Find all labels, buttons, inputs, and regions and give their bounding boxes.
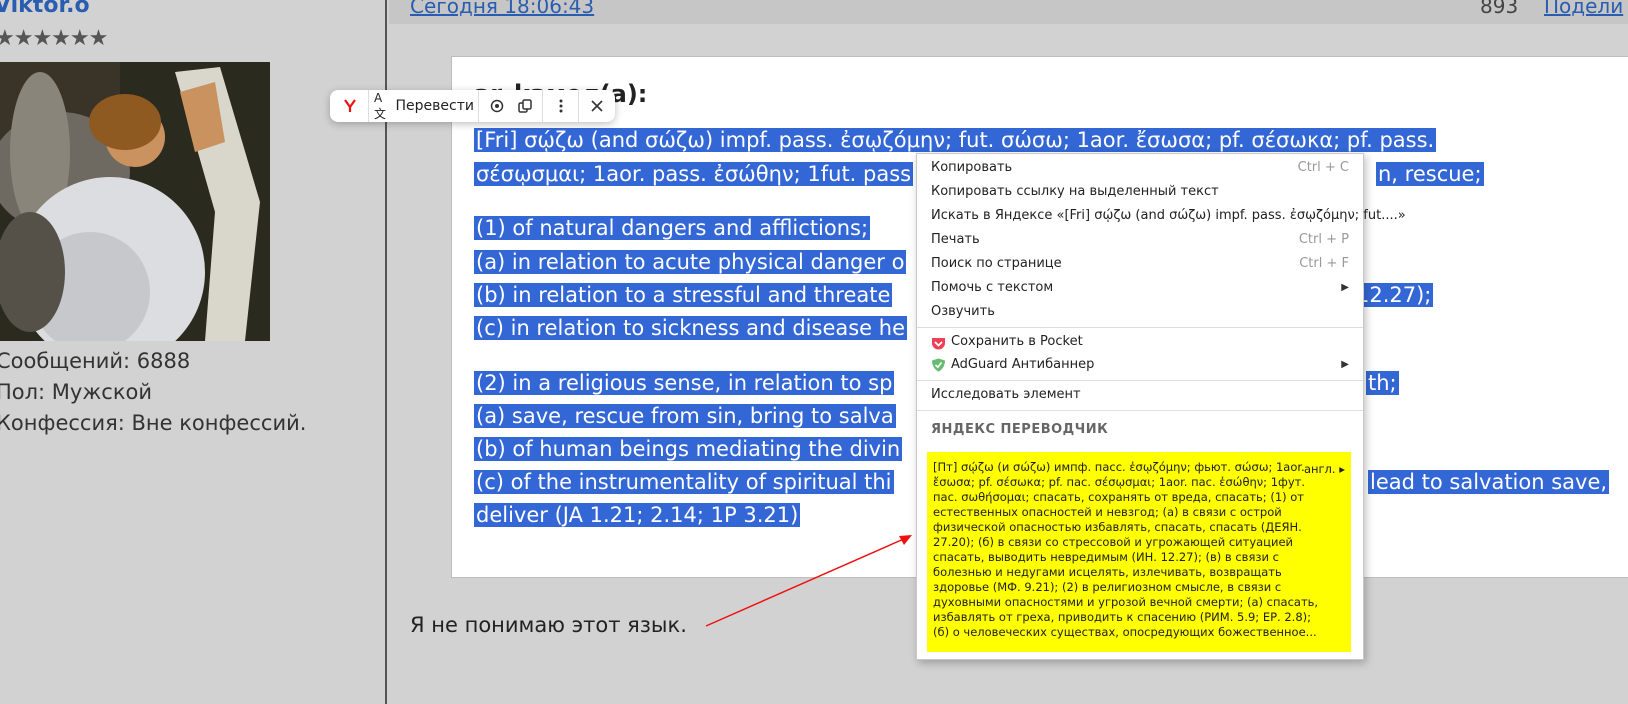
quote-line: (c) in relation to sickness and disease … (474, 316, 907, 340)
avatar[interactable] (0, 62, 270, 341)
alice-icon[interactable] (484, 90, 510, 122)
user-messages: Сообщений: 6888 (0, 349, 191, 373)
post-header: Сегодня 18:06:43 893 Подели (389, 0, 1628, 24)
quote-line: (c) of the instrumentality of spiritual … (474, 470, 894, 494)
menu-item-find[interactable]: Поиск по странице Ctrl + F (931, 253, 1349, 275)
menu-item-adguard[interactable]: AdGuard Антибаннер ▶ (931, 354, 1349, 376)
menu-item-text-help[interactable]: Помочь с текстом ▶ (931, 277, 1349, 299)
menu-item-copy-link[interactable]: Копировать ссылку на выделенный текст (931, 181, 1349, 203)
adguard-icon (931, 358, 946, 380)
menu-item-print[interactable]: Печать Ctrl + P (931, 229, 1349, 251)
quote-fragment: 12.27); (1354, 283, 1434, 307)
copy-icon[interactable] (512, 90, 538, 122)
language-select[interactable]: англ. ▸ (1304, 462, 1345, 476)
user-gender: Пол: Мужской (0, 380, 153, 404)
translate-bubble: A文 Перевести (330, 90, 615, 122)
quote-line: (b) in relation to a stressful and threa… (474, 283, 893, 307)
user-confession: Конфессия: Вне конфессий. (0, 411, 307, 435)
translation-text: [Пт] σῴζω (и σώζω) импф. пасс. ἐσῳζόμην;… (933, 460, 1319, 639)
post-date-link[interactable]: Сегодня 18:06:43 (410, 0, 594, 18)
menu-item-search-yandex[interactable]: Искать в Яндексе «[Fri] σῴζω (and σώζω) … (931, 205, 1406, 227)
rating-stars: ★★★★★★ (0, 26, 108, 51)
translate-label: Перевести (395, 98, 474, 114)
yandex-logo-icon[interactable] (336, 90, 364, 122)
share-link[interactable]: Подели (1544, 0, 1623, 18)
context-menu: Копировать Ctrl + C Копировать ссылку на … (916, 153, 1406, 660)
quote-line: (1) of natural dangers and afflictions; (474, 216, 871, 240)
quote-line: deliver (JA 1.21; 2.14; 1P 3.21) (474, 503, 801, 527)
menu-item-copy[interactable]: Копировать Ctrl + C (931, 157, 1349, 179)
quote-fragment: n, rescue; (1376, 162, 1484, 186)
translate-button[interactable]: A文 Перевести (374, 90, 474, 122)
menu-item-speak[interactable]: Озвучить (931, 301, 1349, 323)
menu-item-inspect[interactable]: Исследовать элемент (931, 384, 1349, 406)
reply-text: Я не понимаю этот язык. (410, 613, 687, 637)
quote-fragment: lead to salvation save, (1368, 470, 1610, 494)
translator-header: ЯНДЕКС ПЕРЕВОДЧИК (931, 422, 1109, 437)
post-number: 893 (1480, 0, 1519, 18)
translation-result[interactable]: англ. ▸ [Пт] σῴζω (и σώζω) импф. пасс. ἐ… (927, 452, 1351, 652)
quote-fragment: th; (1366, 371, 1399, 395)
quote-line: (a) in relation to acute physical danger… (474, 250, 907, 274)
quote-line: σέσῳσμαι; 1aor. pass. ἐσώθην; 1fut. pass (474, 162, 914, 186)
username-link[interactable]: Viktor.o (0, 0, 90, 18)
translate-icon: A文 (374, 90, 387, 121)
submenu-arrow-icon: ▶ (1341, 359, 1349, 370)
quote-line: (2) in a religious sense, in relation to… (474, 371, 895, 395)
more-icon[interactable] (548, 90, 574, 122)
close-icon[interactable] (584, 90, 610, 122)
user-panel: Viktor.o ★★★★★★ Сообщений: 6888 Пол: Муж… (0, 0, 387, 704)
quote-line: (b) of human beings mediating the divin (474, 437, 903, 461)
quote-line: (a) save, rescue from sin, bring to salv… (474, 404, 896, 428)
menu-item-pocket[interactable]: Сохранить в Pocket (931, 331, 1349, 353)
submenu-arrow-icon: ▶ (1341, 282, 1349, 293)
red-arrow-annotation (705, 535, 912, 627)
